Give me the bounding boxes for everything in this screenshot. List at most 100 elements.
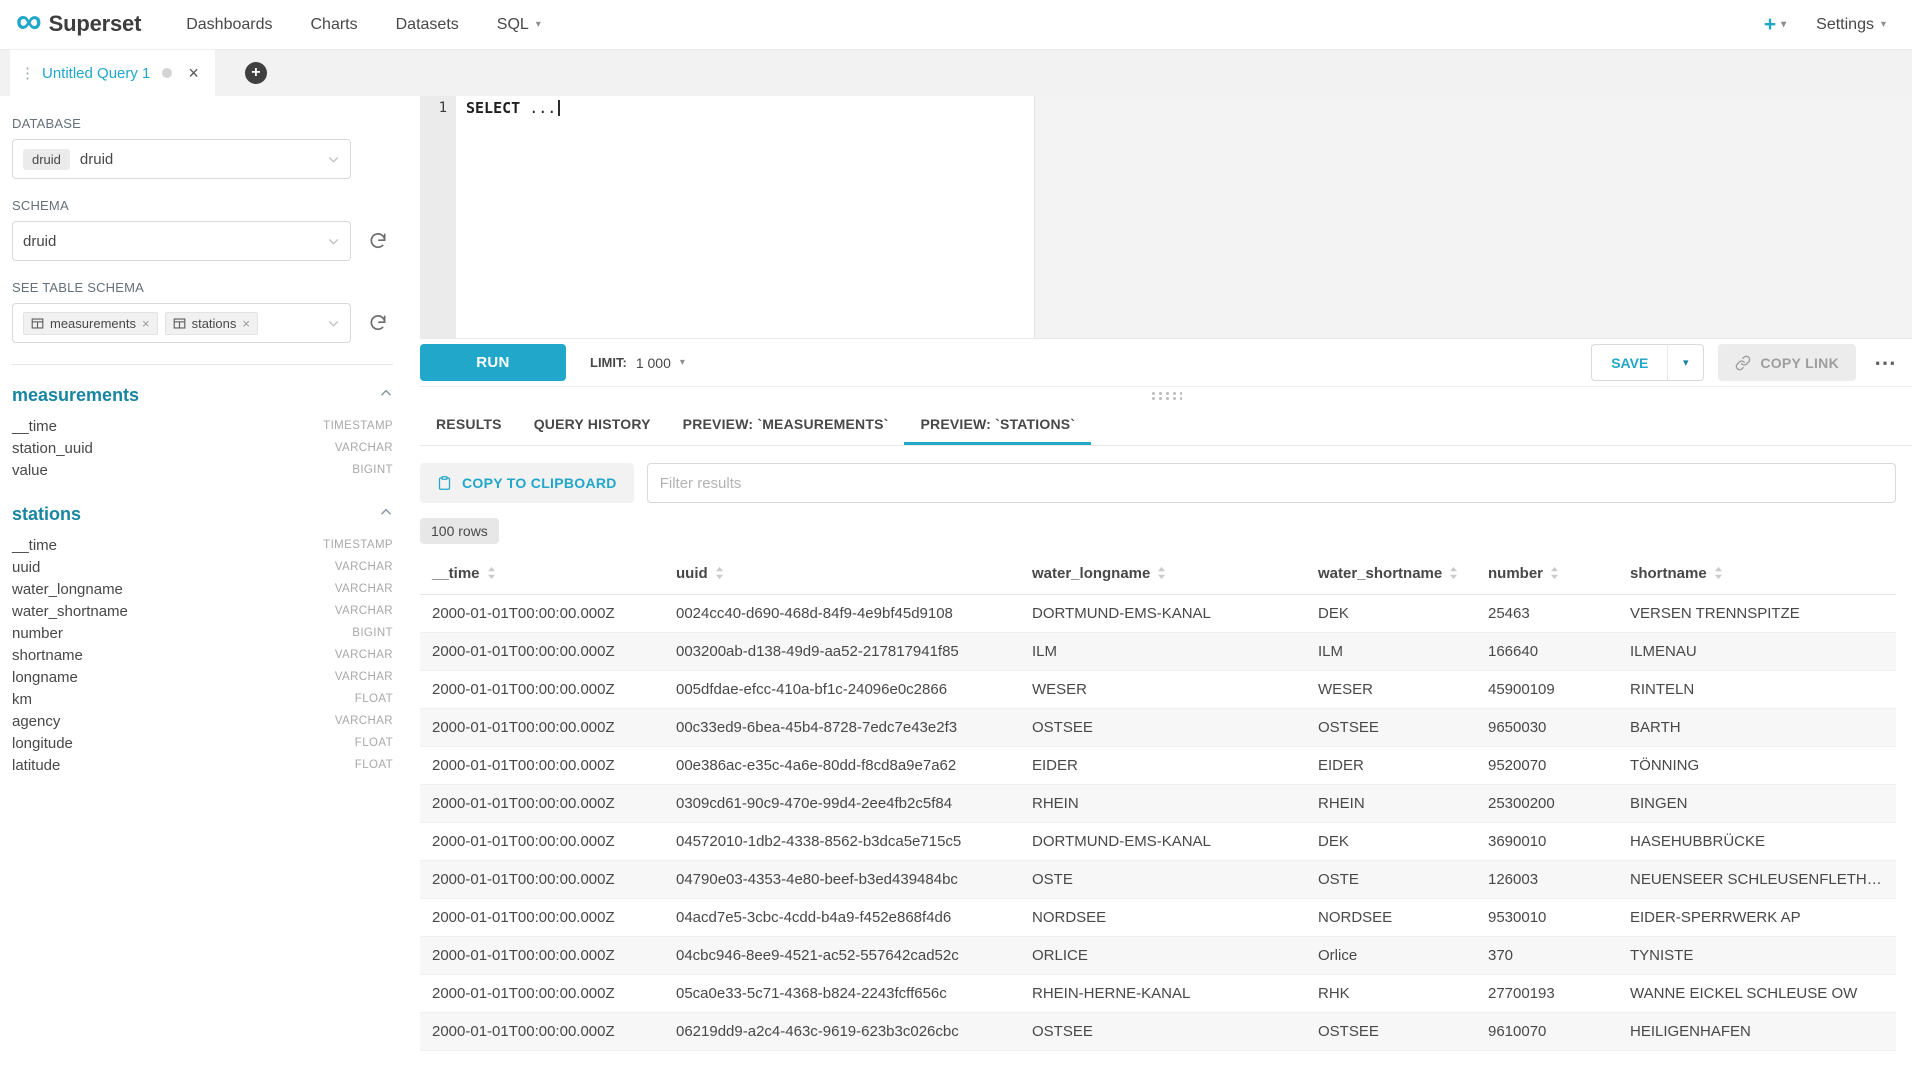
tab-query-history[interactable]: QUERY HISTORY <box>518 404 667 445</box>
schema-column-name: km <box>12 691 32 708</box>
chip-label: measurements <box>50 316 136 331</box>
schema-column-type: VARCHAR <box>335 649 393 661</box>
column-header-water_longname[interactable]: water_longname <box>1020 555 1306 595</box>
table-cell: 005dfdae-efcc-410a-bf1c-24096e0c2866 <box>664 671 1020 709</box>
column-header-number[interactable]: number <box>1476 555 1618 595</box>
results-table: __timeuuid water_longname water_shortname n… <box>420 555 1896 1051</box>
refresh-schema-icon[interactable] <box>363 226 393 256</box>
table-cell: EIDER <box>1020 747 1306 785</box>
save-split-button: SAVE ▾ <box>1591 344 1704 381</box>
limit-dropdown[interactable]: LIMIT: 1 000 ▾ <box>590 355 685 371</box>
table-cell: DEK <box>1306 823 1476 861</box>
remove-chip-icon[interactable]: × <box>142 317 150 330</box>
table-icon <box>31 317 44 330</box>
nav-item-sql[interactable]: SQL▾ <box>478 0 560 49</box>
tab-preview-stations[interactable]: PREVIEW: `STATIONS` <box>904 404 1091 445</box>
sql-code-editor[interactable]: 1 SELECT ... <box>420 96 1912 339</box>
editor-gutter: 1 <box>420 96 456 338</box>
column-header-uuid[interactable]: uuid <box>664 555 1020 595</box>
database-select[interactable]: druid druid <box>12 139 351 179</box>
chevron-up-icon[interactable] <box>379 386 393 405</box>
tab-results[interactable]: RESULTS <box>420 404 518 445</box>
more-options-button[interactable]: ⋯ <box>1874 352 1896 374</box>
schema-select[interactable]: druid <box>12 221 351 261</box>
column-header-shortname[interactable]: shortname <box>1618 555 1896 595</box>
table-schema-select[interactable]: measurements × stations × <box>12 303 351 343</box>
column-header-water_shortname[interactable]: water_shortname <box>1306 555 1476 595</box>
table-cell: 9650030 <box>1476 709 1618 747</box>
remove-chip-icon[interactable]: × <box>242 317 250 330</box>
add-tab-button[interactable]: + <box>245 62 267 84</box>
text-cursor <box>558 100 560 116</box>
sort-icon[interactable] <box>715 566 724 584</box>
sort-icon[interactable] <box>1449 566 1458 584</box>
column-header-label: water_longname <box>1032 565 1150 582</box>
database-badge: druid <box>23 149 70 170</box>
column-header-__time[interactable]: __time <box>420 555 664 595</box>
nav-item-charts[interactable]: Charts <box>292 0 377 49</box>
refresh-tables-icon[interactable] <box>363 308 393 338</box>
drag-handle-icon[interactable]: ⋮ <box>20 64 35 82</box>
run-button[interactable]: RUN <box>420 344 566 381</box>
sort-icon[interactable] <box>1157 566 1166 584</box>
schema-column-type: TIMESTAMP <box>323 420 393 432</box>
nav-item-label: Dashboards <box>186 16 272 34</box>
table-cell: BINGEN <box>1618 785 1896 823</box>
table-cell: 2000-01-01T00:00:00.000Z <box>420 747 664 785</box>
results-toolbar: COPY TO CLIPBOARD <box>420 463 1896 503</box>
print-margin-area <box>1034 96 1912 338</box>
editor-code-area[interactable]: SELECT ... <box>456 96 1912 338</box>
schema-column-row: numberBIGINT <box>12 622 393 644</box>
filter-results-input[interactable] <box>647 463 1896 503</box>
copy-to-clipboard-button[interactable]: COPY TO CLIPBOARD <box>420 463 634 503</box>
table-cell: NORDSEE <box>1020 899 1306 937</box>
table-cell: 27700193 <box>1476 975 1618 1013</box>
close-tab-icon[interactable]: × <box>188 64 199 82</box>
query-tab[interactable]: ⋮ Untitled Query 1 × <box>10 50 215 96</box>
save-button[interactable]: SAVE <box>1591 344 1668 381</box>
new-item-button[interactable]: +▾ <box>1764 13 1786 37</box>
table-cell: BARTH <box>1618 709 1896 747</box>
results-header-row: __timeuuid water_longname water_shortname n… <box>420 555 1896 595</box>
chevron-up-icon[interactable] <box>379 505 393 524</box>
copy-link-button[interactable]: COPY LINK <box>1718 344 1856 381</box>
table-cell: DORTMUND-EMS-KANAL <box>1020 595 1306 633</box>
schema-column-type: VARCHAR <box>335 671 393 683</box>
schema-table-header[interactable]: measurements <box>12 385 393 406</box>
table-cell: 2000-01-01T00:00:00.000Z <box>420 861 664 899</box>
table-row: 2000-01-01T00:00:00.000Z00e386ac-e35c-4a… <box>420 747 1896 785</box>
table-cell: 2000-01-01T00:00:00.000Z <box>420 595 664 633</box>
table-cell: 00e386ac-e35c-4a6e-80dd-f8cd8a9e7a62 <box>664 747 1020 785</box>
tab-preview-measurements[interactable]: PREVIEW: `MEASUREMENTS` <box>667 404 905 445</box>
schema-column-name: uuid <box>12 559 40 576</box>
column-header-label: water_shortname <box>1318 565 1442 582</box>
table-row: 2000-01-01T00:00:00.000Z005dfdae-efcc-41… <box>420 671 1896 709</box>
chevron-down-icon <box>327 153 340 166</box>
sort-icon[interactable] <box>487 566 496 584</box>
sort-icon[interactable] <box>1714 566 1723 584</box>
table-row: 2000-01-01T00:00:00.000Z04790e03-4353-4e… <box>420 861 1896 899</box>
table-cell: ILM <box>1020 633 1306 671</box>
settings-menu[interactable]: Settings▾ <box>1816 16 1886 34</box>
table-cell: 04acd7e5-3cbc-4cdd-b4a9-f452e868f4d6 <box>664 899 1020 937</box>
nav-item-datasets[interactable]: Datasets <box>377 0 478 49</box>
table-chip-measurements[interactable]: measurements × <box>23 312 158 335</box>
plus-icon: + <box>1764 13 1776 37</box>
save-options-button[interactable]: ▾ <box>1668 344 1704 381</box>
schema-column-type: VARCHAR <box>335 561 393 573</box>
table-chip-stations[interactable]: stations × <box>165 312 258 335</box>
sort-icon[interactable] <box>1550 566 1559 584</box>
sidebar-divider <box>12 364 393 365</box>
table-row: 2000-01-01T00:00:00.000Z04572010-1db2-43… <box>420 823 1896 861</box>
schema-field: SCHEMA druid <box>12 198 393 261</box>
chevron-down-icon <box>327 235 340 248</box>
table-cell: 9530010 <box>1476 899 1618 937</box>
resize-grip[interactable] <box>1150 391 1182 400</box>
schema-column-type: FLOAT <box>355 759 393 771</box>
nav-item-dashboards[interactable]: Dashboards <box>167 0 291 49</box>
schema-table-header[interactable]: stations <box>12 504 393 525</box>
schema-table-name: stations <box>12 504 81 525</box>
superset-brand[interactable]: ∞ Superset <box>16 10 141 39</box>
results-tabbar: RESULTSQUERY HISTORYPREVIEW: `MEASUREMEN… <box>420 404 1912 446</box>
table-cell: 45900109 <box>1476 671 1618 709</box>
